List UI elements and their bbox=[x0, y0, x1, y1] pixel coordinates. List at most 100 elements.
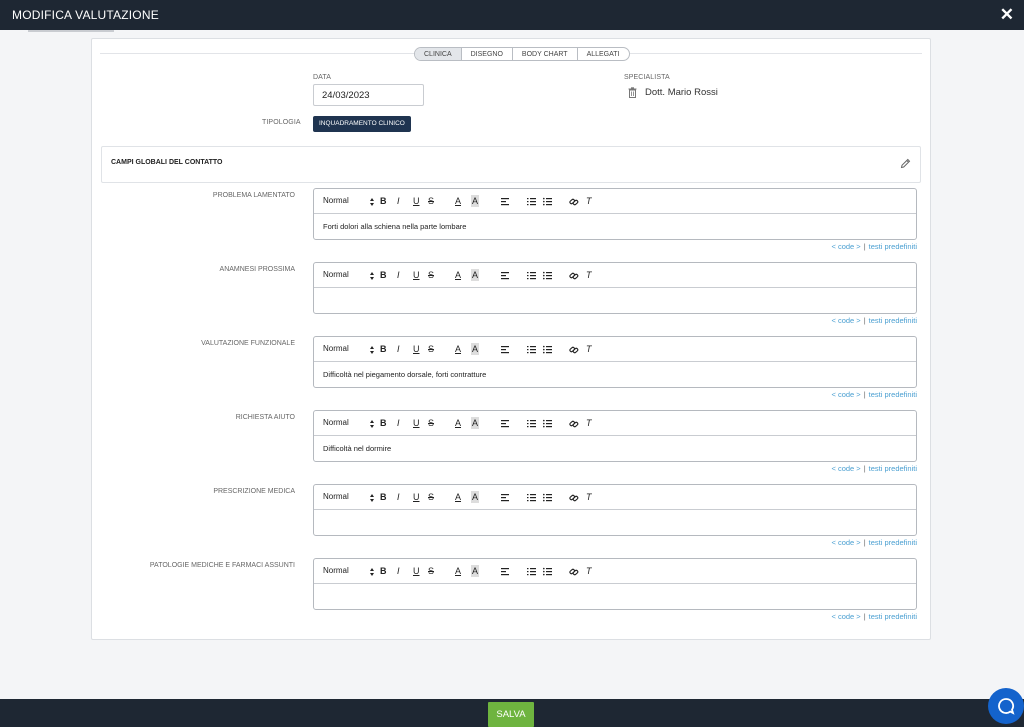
strike-button[interactable]: S bbox=[428, 491, 434, 503]
italic-button[interactable]: I bbox=[397, 491, 400, 503]
code-link[interactable]: < code > bbox=[831, 316, 860, 325]
link-icon[interactable] bbox=[569, 493, 579, 503]
format-arrows-icon[interactable] bbox=[369, 419, 375, 429]
align-left-icon[interactable] bbox=[501, 419, 509, 428]
format-arrows-icon[interactable] bbox=[369, 197, 375, 207]
text-color-button[interactable]: A bbox=[455, 565, 461, 577]
align-left-icon[interactable] bbox=[501, 567, 509, 576]
editor-content[interactable]: Difficoltà nel dormire bbox=[323, 444, 391, 453]
format-select[interactable]: Normal bbox=[323, 343, 349, 355]
underline-button[interactable]: U bbox=[413, 417, 420, 429]
clear-format-button[interactable]: T bbox=[586, 491, 592, 503]
background-color-button[interactable]: A bbox=[471, 269, 480, 281]
underline-button[interactable]: U bbox=[413, 269, 420, 281]
background-color-button[interactable]: A bbox=[471, 343, 480, 355]
background-color-button[interactable]: A bbox=[471, 565, 480, 577]
templates-link[interactable]: testi predefiniti bbox=[869, 538, 917, 547]
ordered-list-icon[interactable] bbox=[527, 197, 536, 206]
text-color-button[interactable]: A bbox=[455, 269, 461, 281]
link-icon[interactable] bbox=[569, 345, 579, 355]
italic-button[interactable]: I bbox=[397, 343, 400, 355]
link-icon[interactable] bbox=[569, 419, 579, 429]
align-left-icon[interactable] bbox=[501, 197, 509, 206]
clear-format-button[interactable]: T bbox=[586, 269, 592, 281]
bold-button[interactable]: B bbox=[380, 491, 387, 503]
ordered-list-icon[interactable] bbox=[527, 419, 536, 428]
templates-link[interactable]: testi predefiniti bbox=[869, 612, 917, 621]
rich-text-editor[interactable]: Normal B I U S A A T bbox=[313, 262, 917, 314]
save-button[interactable]: SALVA bbox=[488, 702, 534, 727]
code-link[interactable]: < code > bbox=[831, 390, 860, 399]
bullet-list-icon[interactable] bbox=[543, 197, 552, 206]
format-arrows-icon[interactable] bbox=[369, 493, 375, 503]
bold-button[interactable]: B bbox=[380, 269, 387, 281]
ordered-list-icon[interactable] bbox=[527, 567, 536, 576]
italic-button[interactable]: I bbox=[397, 269, 400, 281]
strike-button[interactable]: S bbox=[428, 269, 434, 281]
tab-body-chart[interactable]: BODY CHART bbox=[513, 48, 578, 60]
ordered-list-icon[interactable] bbox=[527, 345, 536, 354]
format-select[interactable]: Normal bbox=[323, 491, 349, 503]
italic-button[interactable]: I bbox=[397, 565, 400, 577]
clear-format-button[interactable]: T bbox=[586, 195, 592, 207]
background-color-button[interactable]: A bbox=[471, 195, 480, 207]
text-color-button[interactable]: A bbox=[455, 417, 461, 429]
bullet-list-icon[interactable] bbox=[543, 493, 552, 502]
code-link[interactable]: < code > bbox=[831, 612, 860, 621]
strike-button[interactable]: S bbox=[428, 417, 434, 429]
underline-button[interactable]: U bbox=[413, 343, 420, 355]
text-color-button[interactable]: A bbox=[455, 491, 461, 503]
type-badge[interactable]: INQUADRAMENTO CLINICO bbox=[313, 116, 411, 132]
link-icon[interactable] bbox=[569, 197, 579, 207]
align-left-icon[interactable] bbox=[501, 271, 509, 280]
format-select[interactable]: Normal bbox=[323, 269, 349, 281]
chat-widget[interactable] bbox=[988, 688, 1024, 724]
editor-content[interactable]: Forti dolori alla schiena nella parte lo… bbox=[323, 222, 466, 231]
templates-link[interactable]: testi predefiniti bbox=[869, 316, 917, 325]
close-icon[interactable]: ✕ bbox=[1000, 5, 1014, 25]
strike-button[interactable]: S bbox=[428, 195, 434, 207]
rich-text-editor[interactable]: Normal B I U S A A T Difficoltà nel piegamento d… bbox=[313, 336, 917, 388]
templates-link[interactable]: testi predefiniti bbox=[869, 464, 917, 473]
bullet-list-icon[interactable] bbox=[543, 345, 552, 354]
italic-button[interactable]: I bbox=[397, 195, 400, 207]
link-icon[interactable] bbox=[569, 271, 579, 281]
code-link[interactable]: < code > bbox=[831, 538, 860, 547]
templates-link[interactable]: testi predefiniti bbox=[869, 242, 917, 251]
strike-button[interactable]: S bbox=[428, 565, 434, 577]
format-select[interactable]: Normal bbox=[323, 195, 349, 207]
rich-text-editor[interactable]: Normal B I U S A A T Forti dolori alla schiena n… bbox=[313, 188, 917, 240]
tab-allegati[interactable]: ALLEGATI bbox=[578, 48, 629, 60]
text-color-button[interactable]: A bbox=[455, 195, 461, 207]
ordered-list-icon[interactable] bbox=[527, 271, 536, 280]
link-icon[interactable] bbox=[569, 567, 579, 577]
italic-button[interactable]: I bbox=[397, 417, 400, 429]
underline-button[interactable]: U bbox=[413, 491, 420, 503]
underline-button[interactable]: U bbox=[413, 565, 420, 577]
date-field[interactable]: 24/03/2023 bbox=[313, 84, 424, 106]
templates-link[interactable]: testi predefiniti bbox=[869, 390, 917, 399]
tab-clinica[interactable]: CLINICA bbox=[415, 48, 462, 60]
tab-disegno[interactable]: DISEGNO bbox=[462, 48, 513, 60]
align-left-icon[interactable] bbox=[501, 345, 509, 354]
bold-button[interactable]: B bbox=[380, 343, 387, 355]
pencil-icon[interactable] bbox=[900, 158, 911, 169]
clear-format-button[interactable]: T bbox=[586, 565, 592, 577]
format-arrows-icon[interactable] bbox=[369, 345, 375, 355]
rich-text-editor[interactable]: Normal B I U S A A T bbox=[313, 558, 917, 610]
clear-format-button[interactable]: T bbox=[586, 417, 592, 429]
background-color-button[interactable]: A bbox=[471, 491, 480, 503]
format-arrows-icon[interactable] bbox=[369, 567, 375, 577]
format-select[interactable]: Normal bbox=[323, 565, 349, 577]
trash-icon[interactable] bbox=[628, 87, 637, 98]
bold-button[interactable]: B bbox=[380, 417, 387, 429]
code-link[interactable]: < code > bbox=[831, 464, 860, 473]
format-arrows-icon[interactable] bbox=[369, 271, 375, 281]
rich-text-editor[interactable]: Normal B I U S A A T Difficoltà nel dormire bbox=[313, 410, 917, 462]
background-color-button[interactable]: A bbox=[471, 417, 480, 429]
strike-button[interactable]: S bbox=[428, 343, 434, 355]
clear-format-button[interactable]: T bbox=[586, 343, 592, 355]
bullet-list-icon[interactable] bbox=[543, 271, 552, 280]
ordered-list-icon[interactable] bbox=[527, 493, 536, 502]
underline-button[interactable]: U bbox=[413, 195, 420, 207]
